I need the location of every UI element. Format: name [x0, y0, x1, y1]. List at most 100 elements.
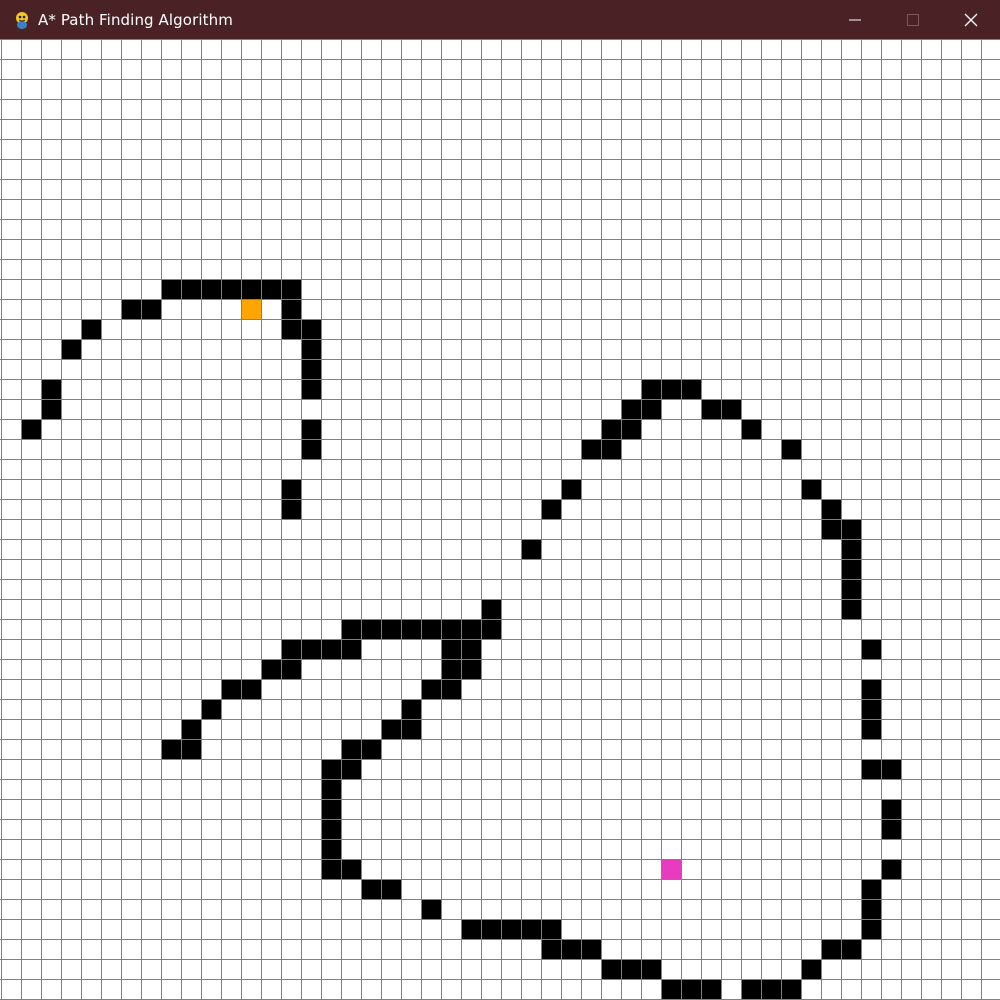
barrier-cell[interactable] — [561, 479, 581, 499]
barrier-cell[interactable] — [481, 919, 501, 939]
barrier-cell[interactable] — [861, 699, 881, 719]
barrier-cell[interactable] — [461, 619, 481, 639]
barrier-cell[interactable] — [341, 619, 361, 639]
barrier-cell[interactable] — [281, 479, 301, 499]
barrier-cell[interactable] — [341, 739, 361, 759]
barrier-cell[interactable] — [141, 299, 161, 319]
barrier-cell[interactable] — [381, 719, 401, 739]
barrier-cell[interactable] — [221, 279, 241, 299]
pathfinding-canvas[interactable] — [0, 39, 1000, 1000]
barrier-cell[interactable] — [221, 679, 241, 699]
barrier-cell[interactable] — [341, 639, 361, 659]
barrier-cell[interactable] — [601, 419, 621, 439]
barrier-cell[interactable] — [801, 959, 821, 979]
barrier-cell[interactable] — [301, 319, 321, 339]
barrier-cell[interactable] — [301, 359, 321, 379]
barrier-cell[interactable] — [121, 299, 141, 319]
barrier-cell[interactable] — [861, 899, 881, 919]
barrier-cell[interactable] — [441, 639, 461, 659]
barrier-cell[interactable] — [861, 879, 881, 899]
barrier-cell[interactable] — [61, 339, 81, 359]
barrier-cell[interactable] — [401, 619, 421, 639]
barrier-cell[interactable] — [781, 979, 801, 999]
barrier-cell[interactable] — [821, 939, 841, 959]
start-node[interactable] — [241, 299, 261, 319]
barrier-cell[interactable] — [321, 799, 341, 819]
barrier-cell[interactable] — [361, 739, 381, 759]
barrier-cell[interactable] — [281, 639, 301, 659]
barrier-cell[interactable] — [841, 599, 861, 619]
barrier-cell[interactable] — [301, 439, 321, 459]
barrier-cell[interactable] — [661, 979, 681, 999]
barrier-cell[interactable] — [861, 719, 881, 739]
barrier-cell[interactable] — [581, 439, 601, 459]
barrier-cell[interactable] — [261, 279, 281, 299]
barrier-cell[interactable] — [421, 619, 441, 639]
barrier-cell[interactable] — [81, 319, 101, 339]
barrier-cell[interactable] — [841, 939, 861, 959]
barrier-cell[interactable] — [541, 939, 561, 959]
barrier-cell[interactable] — [641, 399, 661, 419]
barrier-cell[interactable] — [741, 419, 761, 439]
barrier-cell[interactable] — [341, 759, 361, 779]
barrier-cell[interactable] — [301, 379, 321, 399]
barrier-cell[interactable] — [161, 279, 181, 299]
close-button[interactable] — [942, 0, 1000, 39]
barrier-cell[interactable] — [841, 519, 861, 539]
barrier-cell[interactable] — [581, 939, 601, 959]
barrier-cell[interactable] — [421, 679, 441, 699]
barrier-cell[interactable] — [661, 379, 681, 399]
barrier-cell[interactable] — [841, 539, 861, 559]
barrier-cell[interactable] — [441, 619, 461, 639]
barrier-cell[interactable] — [721, 399, 741, 419]
barrier-cell[interactable] — [241, 679, 261, 699]
barrier-cell[interactable] — [541, 499, 561, 519]
barrier-cell[interactable] — [881, 759, 901, 779]
barrier-cell[interactable] — [561, 939, 581, 959]
barrier-cell[interactable] — [521, 539, 541, 559]
barrier-cell[interactable] — [281, 299, 301, 319]
barrier-cell[interactable] — [601, 439, 621, 459]
barrier-cell[interactable] — [861, 759, 881, 779]
barrier-cell[interactable] — [761, 979, 781, 999]
barrier-cell[interactable] — [821, 499, 841, 519]
barrier-cell[interactable] — [821, 519, 841, 539]
barrier-cell[interactable] — [501, 919, 521, 939]
barrier-cell[interactable] — [201, 279, 221, 299]
barrier-cell[interactable] — [181, 739, 201, 759]
barrier-cell[interactable] — [321, 759, 341, 779]
barrier-cell[interactable] — [321, 839, 341, 859]
barrier-cell[interactable] — [301, 419, 321, 439]
maximize-button[interactable] — [884, 0, 942, 39]
barrier-cell[interactable] — [841, 559, 861, 579]
barrier-cell[interactable] — [621, 399, 641, 419]
barrier-cell[interactable] — [281, 659, 301, 679]
barrier-cell[interactable] — [641, 379, 661, 399]
end-node[interactable] — [661, 859, 681, 879]
barrier-cell[interactable] — [361, 879, 381, 899]
barrier-cell[interactable] — [461, 659, 481, 679]
barrier-cell[interactable] — [181, 279, 201, 299]
barrier-cell[interactable] — [701, 399, 721, 419]
barrier-cell[interactable] — [461, 639, 481, 659]
barrier-cell[interactable] — [321, 819, 341, 839]
barrier-cell[interactable] — [641, 959, 661, 979]
barrier-cell[interactable] — [621, 959, 641, 979]
barrier-cell[interactable] — [321, 779, 341, 799]
barrier-cell[interactable] — [441, 659, 461, 679]
barrier-cell[interactable] — [701, 979, 721, 999]
barrier-cell[interactable] — [341, 859, 361, 879]
barrier-cell[interactable] — [381, 879, 401, 899]
barrier-cell[interactable] — [541, 919, 561, 939]
barrier-cell[interactable] — [841, 579, 861, 599]
barrier-cell[interactable] — [781, 439, 801, 459]
barrier-cell[interactable] — [321, 859, 341, 879]
barrier-cell[interactable] — [301, 339, 321, 359]
barrier-cell[interactable] — [41, 399, 61, 419]
barrier-cell[interactable] — [881, 819, 901, 839]
barrier-cell[interactable] — [741, 979, 761, 999]
barrier-cell[interactable] — [281, 279, 301, 299]
barrier-cell[interactable] — [861, 919, 881, 939]
barrier-cell[interactable] — [181, 719, 201, 739]
barrier-cell[interactable] — [521, 919, 541, 939]
